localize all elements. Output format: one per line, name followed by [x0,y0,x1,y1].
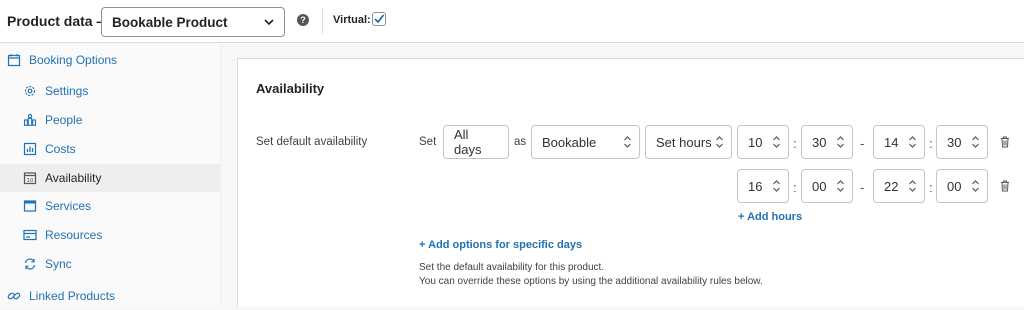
help-text: Set the default availability for this pr… [419,262,605,273]
to-hour-value: 14 [884,134,899,150]
tab-linked-products[interactable]: Linked Products [0,282,221,310]
people-icon [23,113,37,126]
updown-arrows-icon [716,136,723,148]
sidebar-item-label: Services [45,199,92,213]
checkmark-icon [374,14,385,24]
sidebar-item-label: People [45,113,83,127]
to-minute-value: 30 [947,134,962,150]
help-text: You can override these options by using … [419,276,763,287]
from-minute-select[interactable]: 30 [801,125,853,159]
updown-arrows-icon [837,180,844,192]
to-minute-select[interactable]: 00 [936,169,988,203]
add-hours-link[interactable]: + Add hours [738,211,802,223]
trash-icon[interactable] [1000,136,1010,148]
time-colon: : [793,136,797,151]
calendar-icon [7,54,21,67]
as-label: as [514,136,527,148]
bookable-select[interactable]: Bookable [531,125,640,159]
days-value: All days [454,127,482,157]
days-select[interactable]: All days [443,125,509,159]
updown-arrows-icon [909,180,916,192]
product-type-select[interactable]: Bookable Product [101,7,285,37]
chart-icon [23,142,37,156]
to-hour-select[interactable]: 14 [873,125,925,159]
from-hour-select[interactable]: 10 [737,125,789,159]
header-divider [322,8,323,34]
calendar-icon: 10 [23,172,37,185]
sidebar-item-label: Settings [45,84,89,98]
to-minute-value: 00 [947,178,962,194]
from-minute-value: 00 [812,178,827,194]
bookable-value: Bookable [542,134,597,150]
sidebar-item-label: Availability [45,171,102,185]
updown-arrows-icon [837,136,844,148]
time-colon: : [793,180,797,195]
from-hour-value: 10 [748,134,763,150]
time-colon: : [929,180,933,195]
sidebar-item-people[interactable]: People [0,106,221,134]
product-data-header: Product data — Bookable Product ? Virtua… [0,0,1024,43]
set-label: Set [419,136,437,148]
sidebar-item-label: Resources [45,228,103,242]
updown-arrows-icon [773,180,780,192]
sidebar-item-availability[interactable]: 10 Availability [0,164,221,192]
product-data-tabs: Booking Options Settings People Costs 10… [0,44,221,307]
to-hour-value: 22 [884,178,899,194]
tab-label: Booking Options [29,53,118,67]
trash-icon[interactable] [1000,180,1010,192]
hours-value: Set hours [656,134,712,150]
sidebar-item-label: Costs [45,142,76,156]
updown-arrows-icon [773,136,780,148]
sync-icon [24,258,36,270]
availability-panel: Availability Set default availability Se… [237,58,1024,307]
updown-arrows-icon [972,180,979,192]
range-dash: - [860,136,865,151]
from-minute-value: 30 [812,134,827,150]
card-icon [23,229,37,241]
tab-label: Linked Products [29,289,116,303]
sidebar-item-label: Sync [45,257,72,271]
svg-text:10: 10 [27,178,34,184]
product-data-title: Product data — [7,13,111,29]
updown-arrows-icon [624,136,631,148]
to-hour-select[interactable]: 22 [873,169,925,203]
section-heading: Availability [256,81,325,96]
updown-arrows-icon [972,136,979,148]
from-minute-select[interactable]: 00 [801,169,853,203]
time-colon: : [929,136,933,151]
window-icon [23,200,37,212]
tab-booking-options[interactable]: Booking Options [0,46,221,74]
chevron-down-icon [264,19,274,26]
sidebar-item-resources[interactable]: Resources [0,221,221,249]
gear-icon [24,85,36,97]
hours-select[interactable]: Set hours [645,125,732,159]
product-type-value: Bookable Product [112,15,228,30]
sidebar-item-sync[interactable]: Sync [0,250,221,278]
add-specific-days-link[interactable]: + Add options for specific days [419,239,582,251]
link-icon [7,292,21,300]
updown-arrows-icon [909,136,916,148]
sidebar-item-settings[interactable]: Settings [0,77,221,105]
sidebar-item-services[interactable]: Services [0,192,221,220]
sidebar-item-costs[interactable]: Costs [0,135,221,163]
to-minute-select[interactable]: 30 [936,125,988,159]
virtual-checkbox[interactable] [372,12,386,26]
from-hour-value: 16 [748,178,763,194]
default-availability-label: Set default availability [256,136,368,148]
help-icon[interactable]: ? [297,14,309,26]
virtual-label: Virtual: [333,14,371,26]
from-hour-select[interactable]: 16 [737,169,789,203]
range-dash: - [860,180,865,195]
